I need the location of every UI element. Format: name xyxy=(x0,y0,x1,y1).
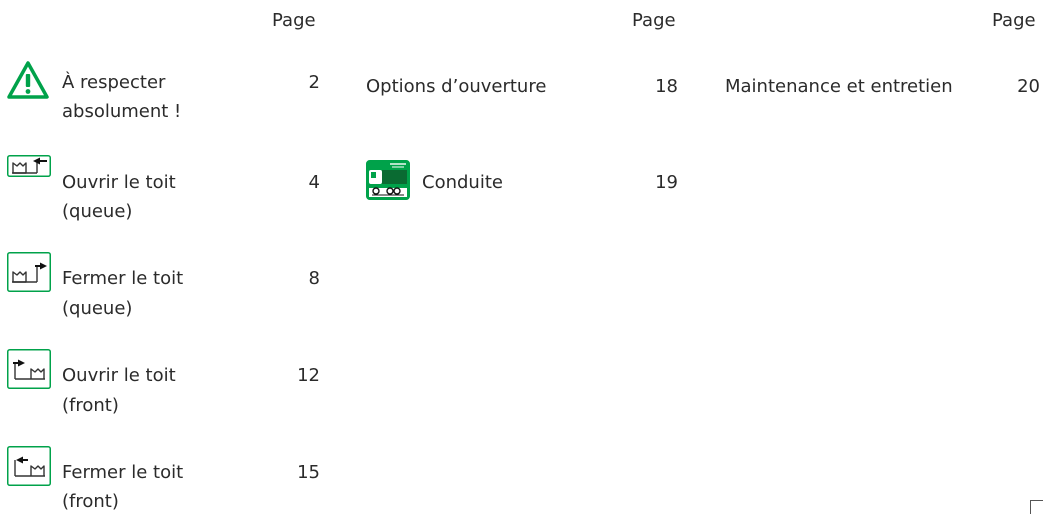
toc-entry-options[interactable]: Options d’ouverture xyxy=(366,74,546,100)
toc-entry-close-front-page[interactable]: 15 xyxy=(280,460,320,486)
page-header-col1: Page xyxy=(272,10,316,31)
close-roof-rear-icon xyxy=(7,252,51,292)
close-roof-front-icon xyxy=(7,446,51,486)
toc-entry-maintenance-page[interactable]: 20 xyxy=(1000,74,1040,100)
toc-entry-options-page[interactable]: 18 xyxy=(638,74,678,100)
toc-entry-close-rear-page[interactable]: 8 xyxy=(280,266,320,292)
toc-entry-open-front-page[interactable]: 12 xyxy=(280,363,320,389)
open-roof-front-icon xyxy=(7,349,51,389)
toc-entry-maintenance[interactable]: Maintenance et entretien xyxy=(725,74,953,100)
toc-entry-open-front-line2[interactable]: (front) xyxy=(62,393,119,419)
open-roof-rear-icon xyxy=(7,155,51,177)
truck-driving-icon xyxy=(366,160,410,200)
page-header-col3: Page xyxy=(992,10,1036,31)
toc-entry-close-rear-line2[interactable]: (queue) xyxy=(62,296,132,322)
toc-entry-close-front-line1[interactable]: Fermer le toit xyxy=(62,460,183,486)
toc-entry-respect-page[interactable]: 2 xyxy=(280,70,320,96)
toc-entry-open-rear-line1[interactable]: Ouvrir le toit xyxy=(62,170,176,196)
toc-entry-open-rear-page[interactable]: 4 xyxy=(280,170,320,196)
toc-entry-driving-page[interactable]: 19 xyxy=(638,170,678,196)
page-header-col2: Page xyxy=(632,10,676,31)
warning-triangle-icon xyxy=(7,61,49,99)
toc-entry-driving[interactable]: Conduite xyxy=(422,170,503,196)
page-corner-mark xyxy=(1030,500,1043,514)
toc-entry-open-rear-line2[interactable]: (queue) xyxy=(62,199,132,225)
toc-entry-close-rear-line1[interactable]: Fermer le toit xyxy=(62,266,183,292)
toc-entry-respect-line2[interactable]: absolument ! xyxy=(62,99,181,125)
toc-entry-open-front-line1[interactable]: Ouvrir le toit xyxy=(62,363,176,389)
toc-entry-respect-line1[interactable]: À respecter xyxy=(62,70,165,96)
toc-entry-close-front-line2[interactable]: (front) xyxy=(62,489,119,515)
